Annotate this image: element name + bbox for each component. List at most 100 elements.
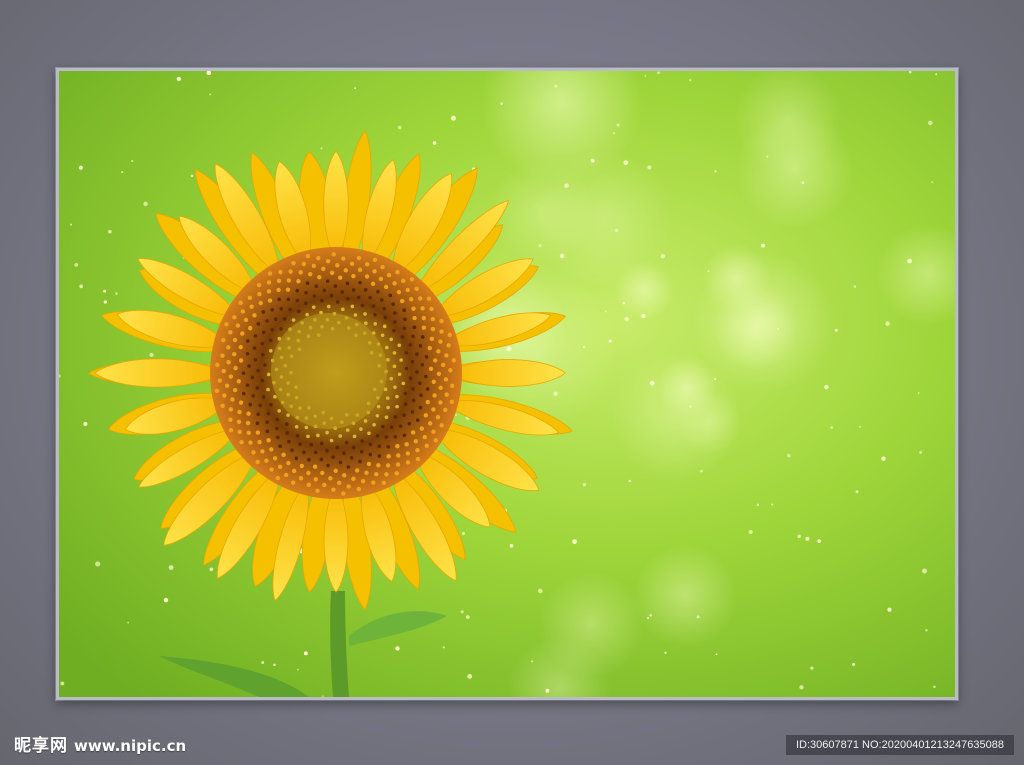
seed-dot xyxy=(232,315,237,320)
sparkle-dot xyxy=(554,84,558,88)
seed-dot xyxy=(380,264,385,270)
seed-dot xyxy=(379,298,384,302)
seed-dot xyxy=(421,315,427,321)
seed-dot xyxy=(236,419,242,425)
sparkle-dot xyxy=(500,102,503,105)
sparkle-dot xyxy=(95,561,101,567)
sparkle-dot xyxy=(644,75,647,77)
seed-dot xyxy=(415,418,420,422)
seed-dot xyxy=(410,410,415,414)
seed-dot xyxy=(275,475,280,481)
seed-dot xyxy=(226,360,231,365)
seed-dot xyxy=(419,393,423,398)
seed-dot xyxy=(365,262,370,267)
seed-dot xyxy=(415,352,419,356)
seed-dot xyxy=(226,345,231,350)
seed-dot xyxy=(290,480,296,485)
seed-dot xyxy=(246,430,251,436)
seed-dot xyxy=(403,317,407,322)
seed-dot xyxy=(397,372,402,377)
seed-dot xyxy=(220,403,225,409)
seed-dot xyxy=(288,307,292,312)
seed-dot xyxy=(423,413,429,418)
seed-dot xyxy=(319,457,324,462)
seed-dot xyxy=(410,430,416,435)
seed-dot xyxy=(345,281,350,286)
seed-dot xyxy=(247,295,253,301)
seed-dot xyxy=(376,404,381,409)
seed-dot xyxy=(281,452,286,458)
seed-dot xyxy=(374,471,379,477)
sparkle-dot xyxy=(103,289,107,293)
seed-dot xyxy=(256,412,260,416)
seed-dot xyxy=(286,413,290,417)
seed-dot xyxy=(338,460,343,465)
seed-dot xyxy=(311,263,317,269)
seed-dot xyxy=(360,439,364,443)
seed-dot xyxy=(394,471,399,476)
seed-dot xyxy=(420,363,425,367)
sparkle-dot xyxy=(131,159,134,163)
seed-dot xyxy=(411,334,415,339)
seed-dot xyxy=(346,296,350,301)
seed-dot xyxy=(285,287,291,292)
sparkle-dot xyxy=(397,125,402,130)
seed-dot xyxy=(341,256,346,261)
seed-dot xyxy=(306,434,310,439)
sparkle-dot xyxy=(432,141,437,145)
seed-dot xyxy=(235,323,241,328)
seed-dot xyxy=(401,381,406,386)
seed-dot xyxy=(320,470,325,476)
seed-dot xyxy=(265,420,269,424)
seed-dot xyxy=(383,284,389,290)
seed-dot xyxy=(241,371,246,376)
seed-dot xyxy=(255,459,260,465)
seed-dot xyxy=(272,456,278,461)
seed-dot xyxy=(386,405,390,410)
seed-dot xyxy=(405,287,410,293)
seed-dot xyxy=(266,411,271,416)
seed-dot xyxy=(388,293,393,298)
seed-dot xyxy=(260,341,265,346)
seed-dot xyxy=(382,324,387,329)
seed-dot xyxy=(432,393,437,398)
sparkle-dot xyxy=(261,661,265,664)
seed-dot xyxy=(420,306,425,311)
seed-dot xyxy=(408,376,413,381)
seed-dot xyxy=(392,351,397,355)
seed-dot xyxy=(245,383,250,387)
seed-dot xyxy=(405,451,411,456)
seed-dot xyxy=(243,317,249,323)
seed-dot xyxy=(238,344,243,350)
seed-dot xyxy=(221,337,226,343)
seed-dot xyxy=(331,487,336,492)
seed-dot xyxy=(245,351,250,356)
seed-dot xyxy=(288,269,293,274)
sparkle-dot xyxy=(190,174,194,178)
sparkle-dot xyxy=(613,132,616,135)
seed-dot xyxy=(278,269,283,275)
seed-dot xyxy=(286,297,291,302)
seed-dot xyxy=(429,336,435,341)
seed-dot xyxy=(368,295,372,300)
seed-dot xyxy=(411,387,415,391)
seed-dot xyxy=(353,313,358,317)
seed-dot xyxy=(245,420,251,426)
seed-dot xyxy=(443,377,449,382)
sparkle-dot xyxy=(462,532,465,535)
seed-dot xyxy=(309,442,313,447)
seed-dot xyxy=(385,463,391,468)
seed-dot xyxy=(224,383,230,388)
seed-dot xyxy=(239,439,244,445)
seed-dot xyxy=(344,440,349,445)
sparkle-dot xyxy=(824,384,829,390)
seed-dot xyxy=(438,385,443,391)
seed-dot xyxy=(376,289,380,294)
seed-dot xyxy=(257,291,262,297)
seed-dot xyxy=(410,359,415,364)
bokeh-circle xyxy=(691,251,833,394)
sparkle-dot xyxy=(756,503,760,507)
seed-dot xyxy=(356,295,361,300)
seed-dot xyxy=(299,463,304,469)
seed-dot xyxy=(438,339,443,344)
